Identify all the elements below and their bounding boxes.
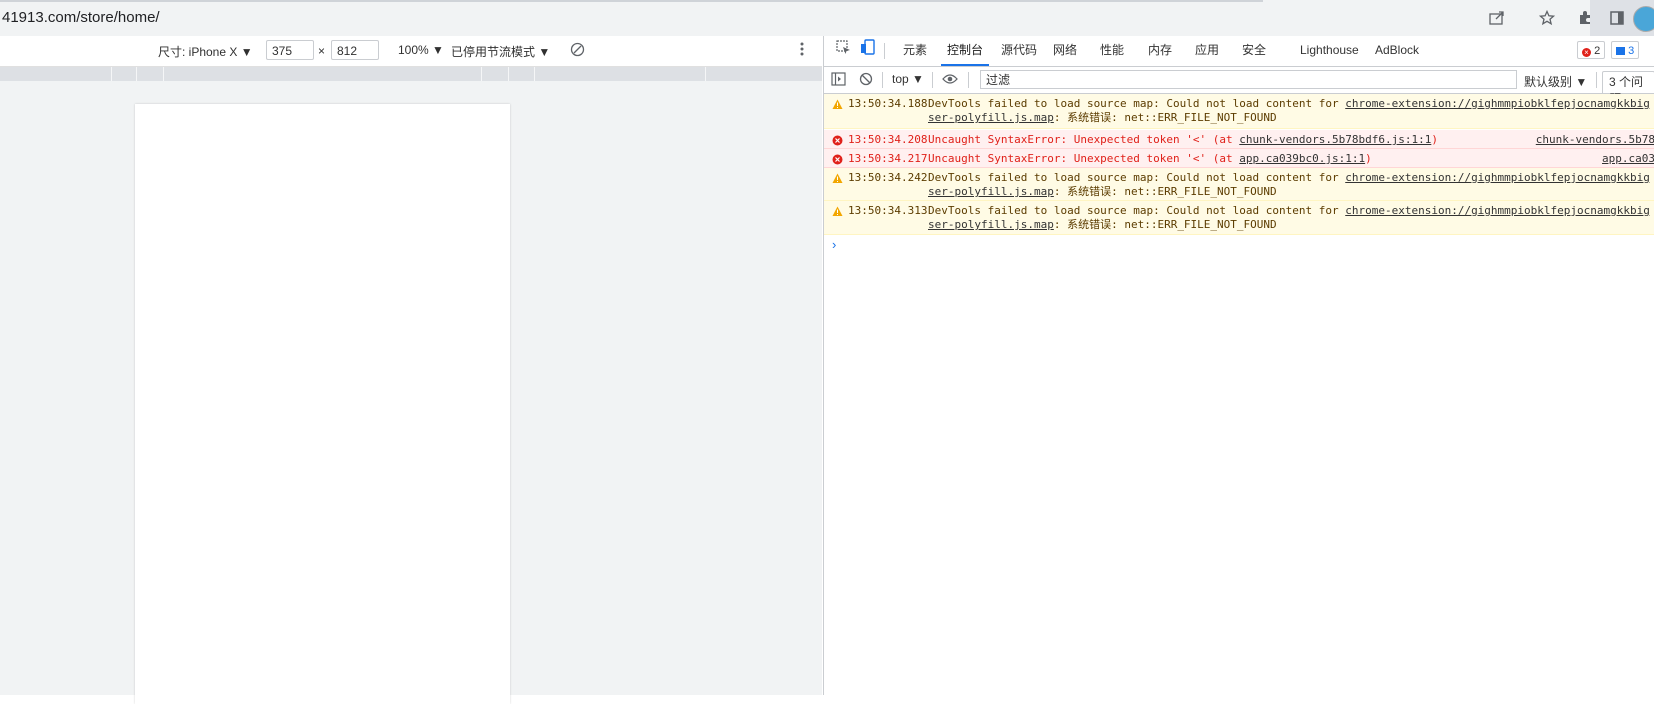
timestamp: 13:50:34.208: [848, 133, 928, 146]
device-screen[interactable]: [135, 104, 510, 704]
message-text: DevTools failed to load source map: Coul…: [928, 204, 1650, 217]
height-input[interactable]: 812: [331, 40, 379, 60]
tab-elements[interactable]: 元素: [897, 36, 933, 64]
loading-bar: [0, 0, 1263, 2]
tab-console[interactable]: 控制台: [941, 36, 990, 66]
console-row[interactable]: 13:50:34.188 DevTools failed to load sou…: [824, 94, 1654, 129]
message-text: DevTools failed to load source map: Coul…: [928, 171, 1650, 184]
sidepanel-icon[interactable]: [1607, 8, 1627, 28]
timestamp: 13:50:34.217: [848, 152, 928, 165]
source-link[interactable]: app.ca039bc0.js:1:1: [1239, 152, 1365, 165]
console-toolbar: top ▼ 过滤 默认级别 ▼ 3 个问题: [824, 67, 1654, 109]
extensions-icon[interactable]: [1575, 8, 1595, 28]
source-location-link[interactable]: app.ca03: [1602, 152, 1654, 166]
timestamp: 13:50:34.188: [848, 97, 928, 110]
context-select[interactable]: top ▼: [892, 72, 924, 86]
timestamp: 13:50:34.242: [848, 171, 928, 184]
tab-application[interactable]: 应用: [1189, 36, 1225, 64]
devtools-panel: 元素 控制台 源代码 网络 性能 内存 应用 安全 Lighthouse AdB…: [823, 36, 1654, 695]
message-text-line2: ser-polyfill.js.map: 系统错误: net::ERR_FILE…: [928, 111, 1277, 124]
messages-count: 3: [1628, 45, 1635, 57]
zoom-select[interactable]: 100% ▼: [398, 43, 444, 57]
clear-console-icon[interactable]: [859, 72, 873, 89]
console-prompt-row[interactable]: ›: [824, 235, 1654, 255]
tab-network[interactable]: 网络: [1047, 36, 1083, 64]
warning-icon: [832, 206, 843, 216]
share-icon[interactable]: [1487, 8, 1507, 28]
width-input[interactable]: 375: [266, 40, 314, 60]
times-sign: ×: [318, 44, 326, 58]
more-options-icon[interactable]: [800, 41, 804, 60]
console-prompt[interactable]: ›: [832, 237, 836, 252]
device-toolbar: 尺寸: iPhone X ▼ 375 × 812 100% ▼ 已停用节流模式 …: [0, 36, 822, 67]
filter-input[interactable]: 过滤: [980, 70, 1517, 89]
address-bar[interactable]: 41913.com/store/home/: [0, 0, 1590, 36]
tab-adblock[interactable]: AdBlock: [1369, 36, 1425, 64]
error-icon: ×: [1582, 48, 1591, 57]
live-expression-eye-icon[interactable]: [942, 73, 958, 88]
source-link[interactable]: chrome-extension://gighmmpiobklfepjocnam…: [1345, 171, 1650, 184]
messages-badge[interactable]: 3: [1611, 41, 1640, 59]
throttle-select[interactable]: 已停用节流模式 ▼: [451, 43, 550, 60]
source-link[interactable]: chrome-extension://gighmmpiobklfepjocnam…: [1345, 97, 1650, 110]
tab-performance[interactable]: 性能: [1094, 36, 1130, 64]
error-icon: [832, 135, 843, 146]
url-text[interactable]: 41913.com/store/home/: [2, 9, 160, 26]
map-link[interactable]: ser-polyfill.js.map: [928, 111, 1054, 124]
tab-lighthouse[interactable]: Lighthouse: [1294, 36, 1365, 64]
console-row[interactable]: 13:50:34.242 DevTools failed to load sou…: [824, 168, 1654, 201]
tab-sources[interactable]: 源代码: [995, 36, 1043, 64]
source-link[interactable]: chunk-vendors.5b78bdf6.js:1:1: [1239, 133, 1431, 146]
message-text-line2: ser-polyfill.js.map: 系统错误: net::ERR_FILE…: [928, 185, 1277, 198]
rotate-icon[interactable]: [570, 42, 585, 60]
timestamp: 13:50:34.313: [848, 204, 928, 217]
message-icon: [1616, 47, 1625, 55]
star-icon[interactable]: [1537, 8, 1557, 28]
log-levels-select[interactable]: 默认级别 ▼: [1524, 73, 1587, 90]
browser-toolbar: 41913.com/store/home/: [0, 0, 1654, 36]
message-text: DevTools failed to load source map: Coul…: [928, 97, 1650, 110]
emulated-viewport-area: [0, 81, 822, 704]
console-row[interactable]: 13:50:34.208 Uncaught SyntaxError: Unexp…: [824, 130, 1654, 149]
devtools-tabbar: 元素 控制台 源代码 网络 性能 内存 应用 安全 Lighthouse AdB…: [824, 36, 1654, 67]
console-messages: 13:50:34.188 DevTools failed to load sou…: [824, 94, 1654, 255]
source-location-link[interactable]: chunk-vendors.5b78: [1536, 133, 1654, 147]
warning-icon: [832, 99, 843, 109]
map-link[interactable]: ser-polyfill.js.map: [928, 185, 1054, 198]
tab-security[interactable]: 安全: [1236, 36, 1272, 64]
message-text: Uncaught SyntaxError: Unexpected token '…: [928, 152, 1372, 165]
inspect-element-icon[interactable]: [830, 37, 857, 65]
console-row[interactable]: 13:50:34.217 Uncaught SyntaxError: Unexp…: [824, 149, 1654, 168]
map-link[interactable]: ser-polyfill.js.map: [928, 218, 1054, 231]
device-toggle-icon[interactable]: [854, 37, 881, 65]
error-icon: [832, 154, 843, 165]
warning-icon: [832, 173, 843, 183]
errors-count: 2: [1594, 45, 1601, 57]
console-row[interactable]: 13:50:34.313 DevTools failed to load sou…: [824, 201, 1654, 235]
media-query-ruler[interactable]: [0, 67, 822, 81]
tab-memory[interactable]: 内存: [1142, 36, 1178, 64]
dimensions-select[interactable]: 尺寸: iPhone X ▼: [158, 43, 253, 60]
errors-badge[interactable]: × 2: [1577, 41, 1606, 59]
avatar[interactable]: [1633, 6, 1654, 32]
source-link[interactable]: chrome-extension://gighmmpiobklfepjocnam…: [1345, 204, 1650, 217]
message-text-line2: ser-polyfill.js.map: 系统错误: net::ERR_FILE…: [928, 218, 1277, 231]
sidebar-toggle-icon[interactable]: [831, 72, 846, 89]
